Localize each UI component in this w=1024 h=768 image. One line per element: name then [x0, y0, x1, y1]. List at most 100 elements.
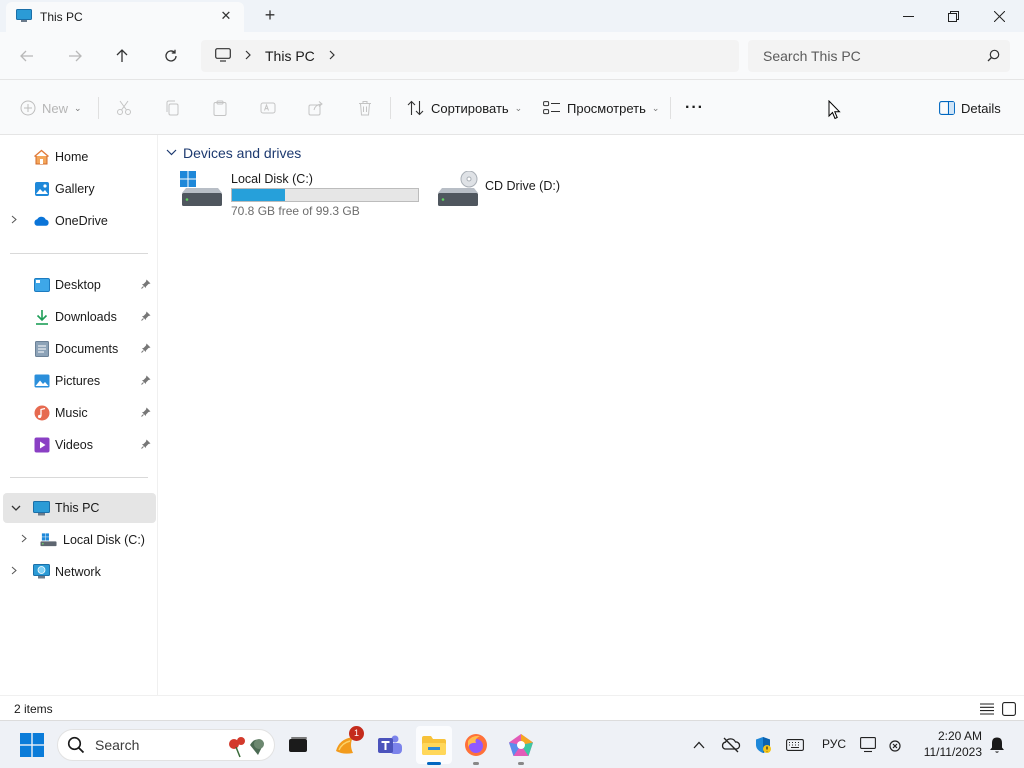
tiles-view-icon: [1002, 702, 1016, 716]
clock[interactable]: 2:20 AM 11/11/2023: [916, 728, 982, 760]
drive-local-disk-c[interactable]: Local Disk (C:) 70.8 GB free of 99.3 GB: [178, 171, 423, 221]
sidebar-item-documents[interactable]: Documents: [0, 334, 157, 364]
share-button[interactable]: [308, 96, 324, 120]
pictures-icon: [33, 373, 50, 390]
chevron-right-icon[interactable]: [11, 215, 21, 227]
new-tab-button[interactable]: +: [260, 6, 280, 26]
tab-close-button[interactable]: ✕: [218, 8, 234, 24]
chevron-right-icon: [329, 50, 335, 60]
sidebar-item-music[interactable]: Music: [0, 398, 157, 428]
firefox-icon: [465, 734, 487, 756]
view-button[interactable]: Просмотреть ⌄: [543, 96, 659, 120]
sidebar-item-label: Home: [55, 150, 89, 164]
taskbar-widgets[interactable]: 1: [331, 726, 364, 759]
sidebar-item-gallery[interactable]: Gallery: [0, 174, 157, 204]
keyboard-tray-button[interactable]: [785, 735, 805, 755]
address-row: This PC: [0, 32, 1024, 80]
volume-tray-button[interactable]: [884, 735, 904, 755]
share-icon: [308, 101, 323, 116]
drive-free-space: 70.8 GB free of 99.3 GB: [231, 204, 360, 218]
new-button[interactable]: New ⌄: [20, 96, 82, 120]
taskbar-search[interactable]: Search: [57, 729, 275, 761]
chevron-down-icon[interactable]: [11, 503, 21, 514]
show-hidden-icons-button[interactable]: [689, 735, 709, 755]
status-bar: 2 items: [0, 695, 1024, 720]
breadcrumb-separator[interactable]: [329, 49, 335, 63]
drive-cd-d[interactable]: CD Drive (D:): [434, 170, 594, 221]
drive-name: Local Disk (C:): [231, 172, 313, 186]
start-button[interactable]: [20, 733, 44, 757]
trash-icon: [359, 101, 371, 116]
this-pc-icon: [33, 500, 50, 517]
mouse-cursor-icon: [828, 99, 841, 123]
rename-button[interactable]: [260, 96, 276, 120]
sidebar-item-onedrive[interactable]: OneDrive: [0, 206, 157, 236]
tiles-view-button[interactable]: [1001, 701, 1017, 717]
back-button[interactable]: [14, 44, 40, 68]
videos-icon: [33, 437, 50, 454]
details-view-button[interactable]: [979, 701, 995, 717]
sort-icon: [407, 100, 424, 116]
see-more-button[interactable]: ···: [685, 96, 704, 120]
chevron-right-icon[interactable]: [11, 566, 21, 578]
taskbar-firefox[interactable]: [462, 731, 490, 765]
refresh-button[interactable]: [158, 44, 184, 68]
divider: [390, 97, 391, 119]
paste-button[interactable]: [212, 96, 228, 120]
chevron-right-icon[interactable]: [21, 534, 31, 546]
pin-icon[interactable]: [141, 439, 153, 451]
arrow-left-icon: [20, 50, 33, 62]
group-header-devices[interactable]: Devices and drives: [166, 145, 301, 161]
pin-icon[interactable]: [141, 375, 153, 387]
close-button[interactable]: [976, 0, 1022, 32]
divider: [98, 97, 99, 119]
sidebar-item-local-disk[interactable]: Local Disk (C:): [0, 525, 157, 555]
sort-button[interactable]: Сортировать ⌄: [407, 96, 522, 120]
pin-icon[interactable]: [141, 343, 153, 355]
cut-button[interactable]: [116, 96, 132, 120]
maximize-button[interactable]: [930, 0, 976, 32]
chevron-down-icon: ⌄: [514, 102, 523, 113]
paste-icon: [213, 100, 227, 116]
sidebar-item-network[interactable]: Network: [0, 557, 157, 587]
sidebar-item-label: This PC: [55, 501, 100, 515]
sidebar-item-this-pc[interactable]: This PC: [3, 493, 156, 523]
sidebar-item-videos[interactable]: Videos: [0, 430, 157, 460]
monitor-icon: [215, 47, 231, 65]
details-pane-button[interactable]: Details: [939, 96, 1001, 120]
tab-this-pc[interactable]: This PC ✕: [6, 2, 244, 32]
sidebar-item-home[interactable]: Home: [0, 142, 157, 172]
forward-button[interactable]: [62, 44, 88, 68]
delete-button[interactable]: [357, 96, 373, 120]
taskbar-task-view[interactable]: [284, 731, 312, 759]
view-list-icon: [543, 101, 560, 115]
pin-icon[interactable]: [141, 311, 153, 323]
input-language-indicator[interactable]: РУС: [822, 737, 846, 751]
up-button[interactable]: [109, 44, 135, 68]
address-bar[interactable]: This PC: [201, 40, 739, 72]
sidebar-item-label: Videos: [55, 438, 93, 452]
breadcrumb-this-pc[interactable]: This PC: [265, 48, 315, 64]
minimize-button[interactable]: [885, 0, 931, 32]
taskbar-file-explorer[interactable]: [420, 731, 448, 765]
sidebar-item-pictures[interactable]: Pictures: [0, 366, 157, 396]
sidebar-item-downloads[interactable]: Downloads: [0, 302, 157, 332]
taskbar-app-pentagon[interactable]: [507, 731, 535, 765]
pin-icon[interactable]: [141, 407, 153, 419]
pin-icon[interactable]: [141, 279, 153, 291]
search-box[interactable]: [748, 40, 1010, 72]
copy-button[interactable]: [164, 96, 180, 120]
taskbar-teams[interactable]: [376, 731, 404, 759]
onedrive-tray-button[interactable]: [721, 735, 741, 755]
notifications-button[interactable]: [987, 735, 1007, 755]
onedrive-offline-icon: [721, 737, 741, 753]
security-tray-button[interactable]: [753, 735, 773, 755]
sidebar-item-label: Desktop: [55, 278, 101, 292]
arrow-right-icon: [69, 50, 82, 62]
command-bar: New ⌄ Сортировать ⌄ Просмотреть ⌄ ··· De…: [0, 80, 1024, 135]
sidebar-item-desktop[interactable]: Desktop: [0, 270, 157, 300]
breadcrumb-separator[interactable]: [245, 49, 251, 63]
search-input[interactable]: [763, 48, 973, 64]
group-title: Devices and drives: [183, 145, 302, 161]
network-tray-button[interactable]: [860, 735, 880, 755]
